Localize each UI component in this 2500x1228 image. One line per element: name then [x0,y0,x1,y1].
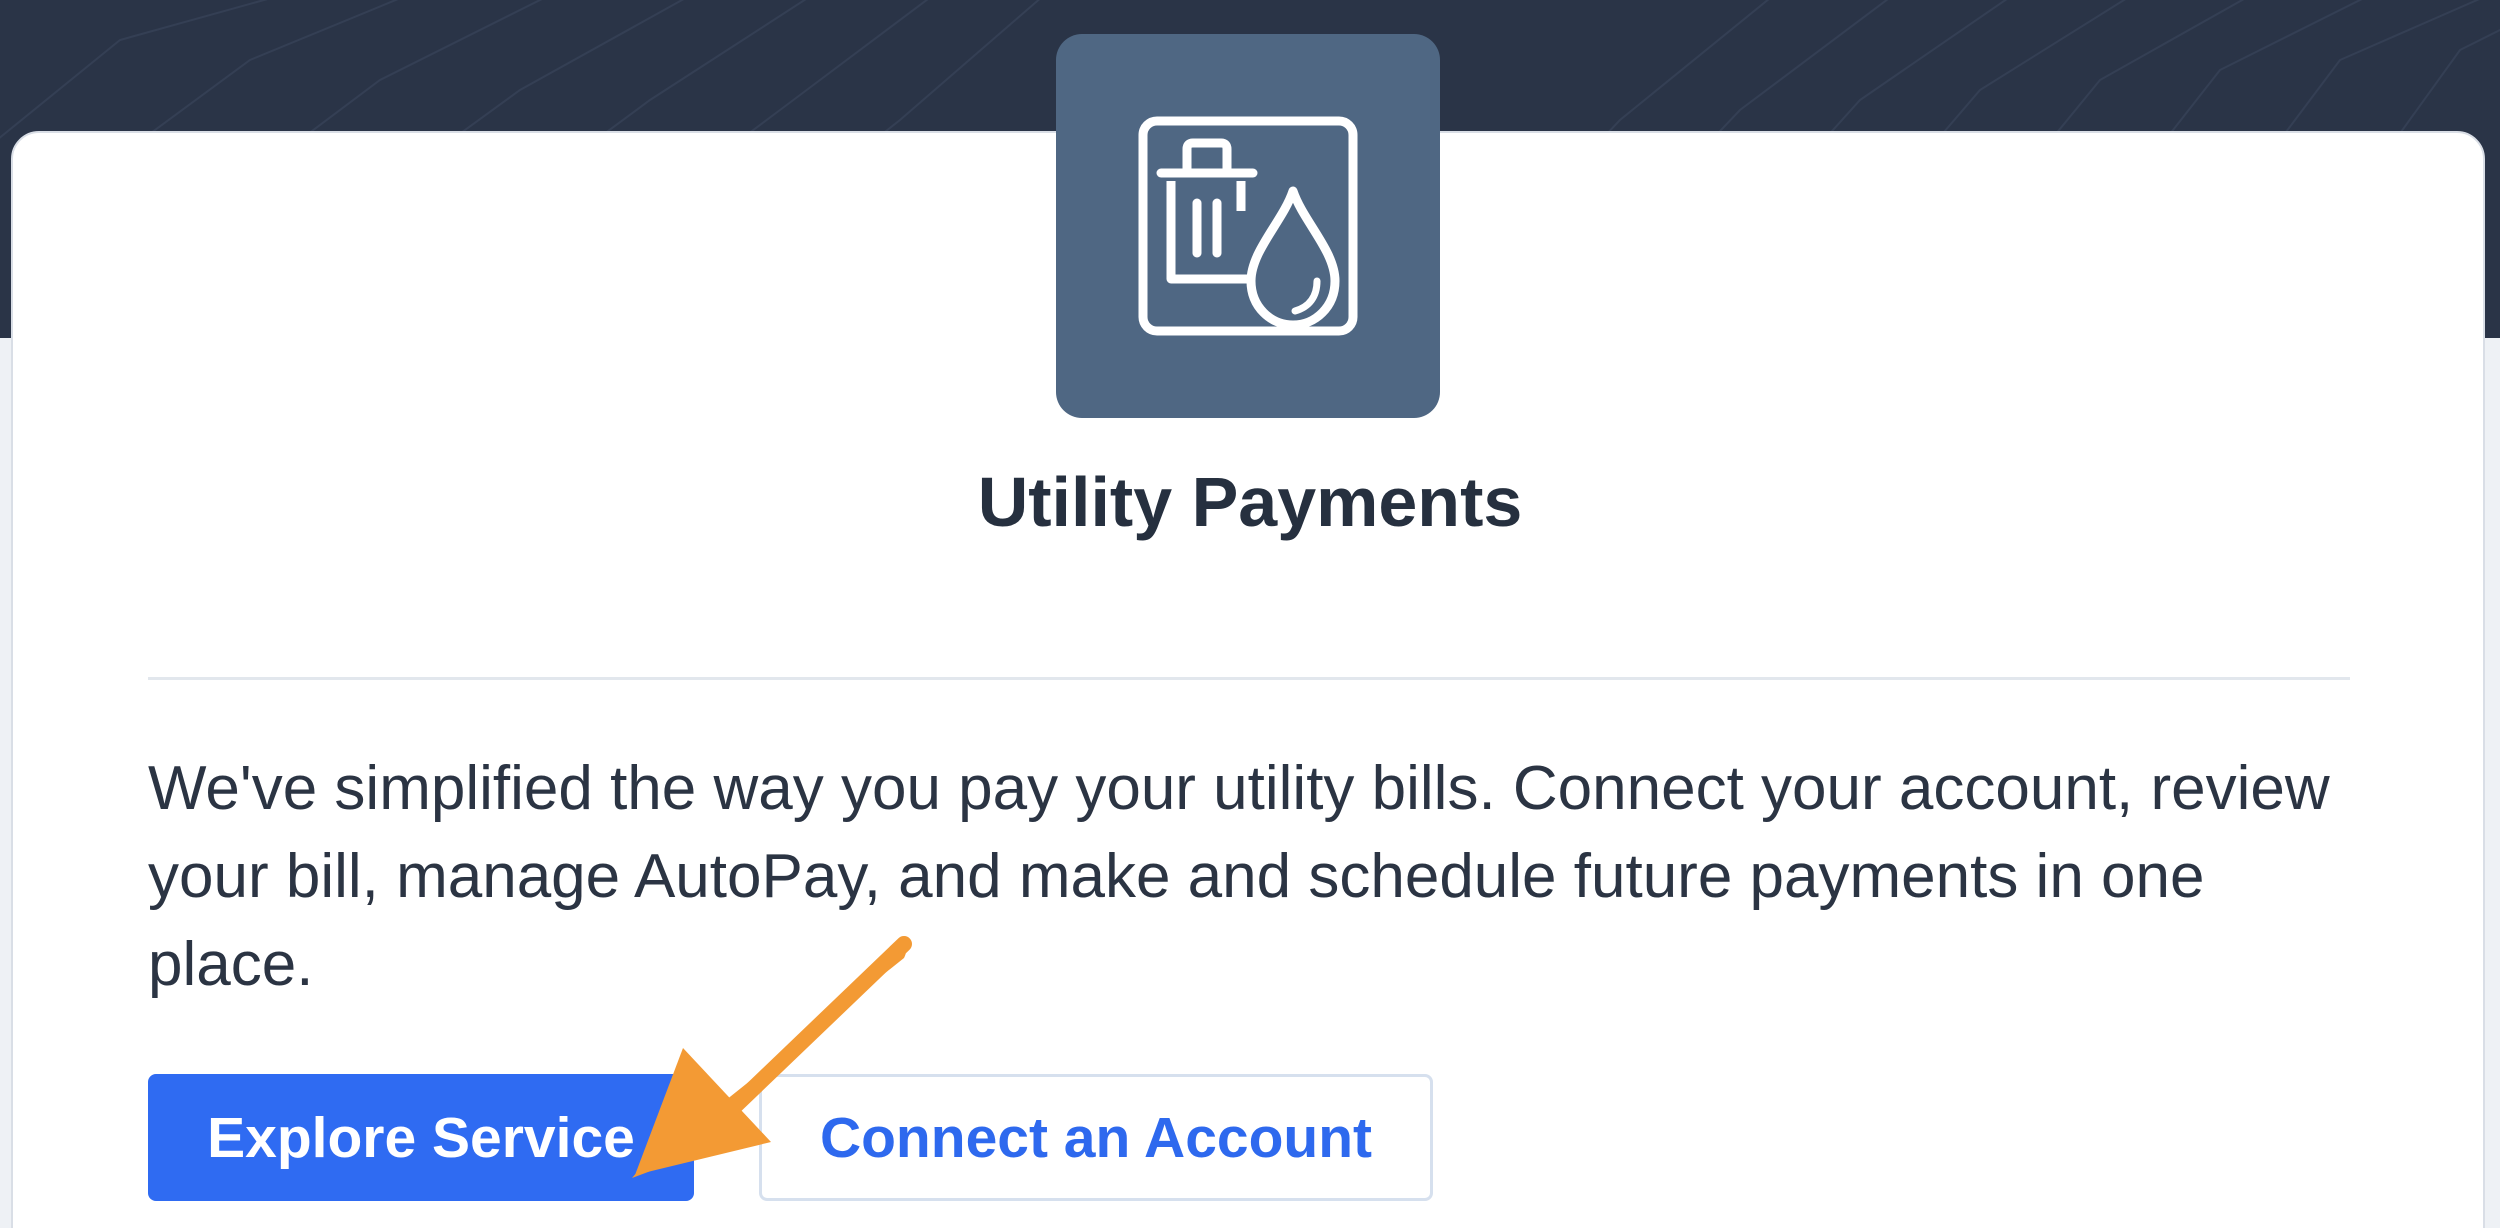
explore-service-button[interactable]: Explore Service [148,1074,694,1201]
divider [148,677,2350,680]
service-description: We've simplified the way you pay your ut… [148,754,2330,999]
page: Utility Payments We've simplified the wa… [0,0,2500,1228]
trash-water-drop-icon [1138,116,1358,336]
service-icon-tile [1056,34,1440,418]
service-title: Utility Payments [977,463,1523,541]
connect-account-button[interactable]: Connect an Account [759,1074,1433,1201]
